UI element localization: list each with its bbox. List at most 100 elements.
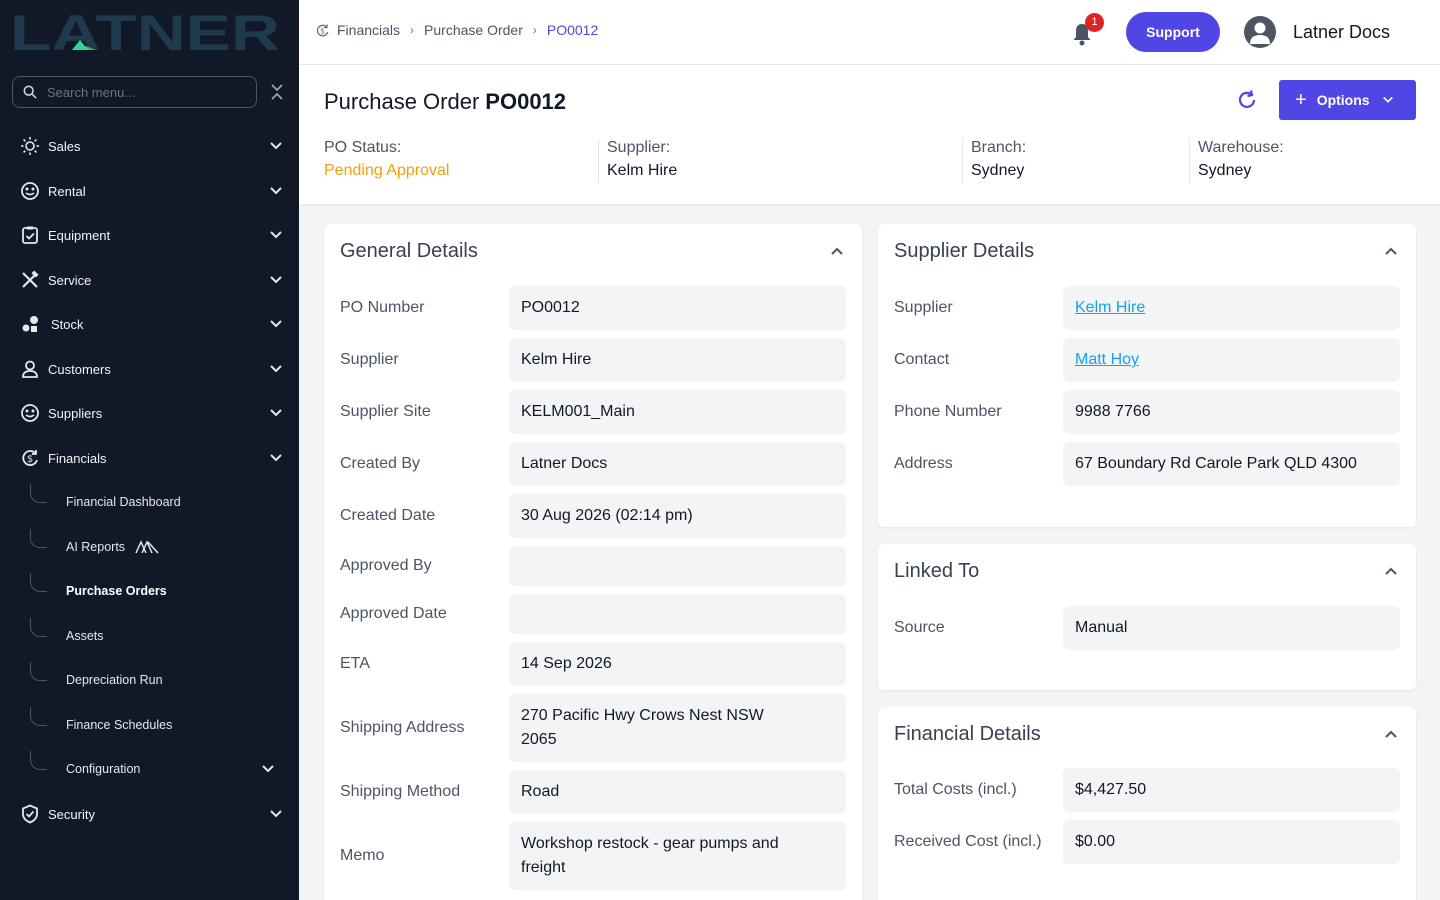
breadcrumb-purchase-order[interactable]: Purchase Order	[424, 22, 523, 38]
collapse-menu-icon[interactable]	[268, 82, 286, 102]
options-button[interactable]: + Options	[1279, 80, 1416, 120]
sidebar-item-stock[interactable]: Stock	[0, 304, 299, 344]
chevron-up-icon[interactable]	[1384, 564, 1398, 578]
svg-text:$: $	[27, 454, 33, 465]
chevron-down-icon	[270, 142, 282, 150]
smile-icon	[19, 180, 41, 202]
sidebar-item-security[interactable]: Security	[0, 794, 299, 834]
sidebar-subitem-finance-schedules[interactable]: Finance Schedules	[30, 705, 299, 745]
chevron-down-icon	[270, 231, 282, 239]
meta-branch: Branch: Sydney	[962, 139, 1026, 183]
plus-icon: +	[1295, 89, 1307, 111]
sidebar-subitem-label: Purchase Orders	[66, 584, 167, 598]
field-value: PO0012	[509, 286, 846, 330]
search-input[interactable]	[47, 84, 237, 100]
sidebar: LATNER Sales Rental Equipment Service St…	[0, 0, 299, 900]
chevron-up-icon[interactable]	[1384, 727, 1398, 741]
sidebar-subitem-assets[interactable]: Assets	[30, 616, 299, 656]
field-value: 14 Sep 2026	[509, 642, 846, 686]
sidebar-subitem-financial-dashboard[interactable]: Financial Dashboard	[30, 482, 299, 522]
field-label: Approved Date	[340, 605, 447, 622]
smile-icon	[19, 402, 41, 424]
chevron-down-icon	[262, 765, 274, 773]
chevron-down-icon	[270, 320, 282, 328]
sidebar-item-label: Customers	[48, 361, 111, 377]
page-title: Purchase Order PO0012	[324, 89, 566, 115]
chevron-down-icon	[270, 810, 282, 818]
user-icon	[19, 358, 41, 380]
field-value: Kelm Hire	[509, 338, 846, 382]
sidebar-item-service[interactable]: Service	[0, 260, 299, 300]
field-value: 30 Aug 2026 (02:14 pm)	[509, 494, 846, 538]
field-value: Workshop restock - gear pumps and freigh…	[509, 822, 846, 890]
breadcrumb: $ Financials › Purchase Order › PO0012	[315, 22, 598, 38]
user-name[interactable]: Latner Docs	[1293, 22, 1390, 43]
field-value: $4,427.50	[1063, 768, 1400, 812]
general-details-card: General Details PO Number PO0012 Supplier…	[324, 224, 862, 900]
sidebar-item-customers[interactable]: Customers	[0, 349, 299, 389]
refresh-icon[interactable]	[1236, 89, 1258, 111]
field-value: Manual	[1063, 606, 1400, 650]
field-phone: Phone Number 9988 7766	[894, 390, 1400, 434]
sidebar-item-label: Rental	[48, 183, 86, 199]
field-value: Latner Docs	[509, 442, 846, 486]
page-header: Purchase Order PO0012 + Options PO Status…	[299, 65, 1440, 204]
field-value: 9988 7766	[1063, 390, 1400, 434]
top-bar: $ Financials › Purchase Order › PO0012 1…	[299, 0, 1440, 65]
field-contact: Contact Matt Hoy	[894, 338, 1400, 382]
field-label: Supplier	[894, 299, 953, 316]
chevron-down-icon	[270, 454, 282, 462]
field-memo: Memo Workshop restock - gear pumps and fr…	[340, 822, 846, 890]
chevron-up-icon[interactable]	[830, 244, 844, 258]
meta-warehouse: Warehouse: Sydney	[1189, 139, 1284, 183]
card-title: Linked To	[894, 560, 980, 582]
clipboard-check-icon	[19, 224, 41, 246]
meta-label: Branch:	[971, 139, 1027, 156]
sidebar-item-financials[interactable]: $ Financials	[0, 438, 299, 478]
svg-text:$: $	[320, 26, 325, 35]
chevron-up-icon[interactable]	[1384, 244, 1398, 258]
search-icon	[23, 85, 37, 99]
sidebar-subitem-configuration[interactable]: Configuration	[30, 749, 299, 789]
sidebar-item-label: Suppliers	[48, 405, 103, 421]
sidebar-subitem-label: AI Reports	[66, 540, 126, 554]
meta-po-status: PO Status: Pending Approval	[324, 139, 449, 183]
sidebar-item-suppliers[interactable]: Suppliers	[0, 393, 299, 433]
sidebar-item-label: Service	[48, 272, 92, 288]
sidebar-item-rental[interactable]: Rental	[0, 171, 299, 211]
sidebar-item-label: Equipment	[48, 227, 111, 243]
contact-link[interactable]: Matt Hoy	[1075, 348, 1139, 372]
chevron-down-icon	[270, 409, 282, 417]
chevron-down-icon	[270, 276, 282, 284]
sidebar-item-sales[interactable]: Sales	[0, 126, 299, 166]
user-avatar-icon	[1250, 22, 1270, 44]
breadcrumb-financials[interactable]: Financials	[337, 22, 400, 38]
card-title: General Details	[340, 240, 478, 262]
meta-value: Sydney	[971, 162, 1025, 179]
field-shipping-address: Shipping Address 270 Pacific Hwy Crows Ne…	[340, 694, 846, 762]
sidebar-subitem-label: Finance Schedules	[66, 718, 173, 732]
options-label: Options	[1316, 92, 1370, 108]
field-value: $0.00	[1063, 820, 1400, 864]
support-button[interactable]: Support	[1126, 12, 1220, 52]
field-value	[509, 594, 846, 634]
avatar[interactable]	[1244, 16, 1276, 48]
field-label: Created Date	[340, 507, 436, 524]
field-value: 270 Pacific Hwy Crows Nest NSW 2065	[509, 694, 846, 762]
meta-label: Supplier:	[607, 139, 671, 156]
latner-logo[interactable]: LATNER	[10, 12, 280, 52]
dollar-cycle-icon: $	[316, 24, 329, 36]
financial-details-card: Financial Details Total Costs (incl.) $4,…	[878, 707, 1416, 900]
sidebar-subitem-depreciation-run[interactable]: Depreciation Run	[30, 660, 299, 700]
sidebar-subitem-ai-reports[interactable]: AI Reports	[30, 527, 299, 567]
meta-value: Sydney	[1198, 162, 1252, 179]
field-value: KELM001_Main	[509, 390, 846, 434]
page-title-prefix: Purchase Order	[324, 89, 480, 114]
sidebar-item-equipment[interactable]: Equipment	[0, 215, 299, 255]
sidebar-subitem-purchase-orders[interactable]: Purchase Orders	[30, 571, 299, 611]
field-label: Address	[894, 455, 953, 472]
status-badge: Pending Approval	[324, 162, 450, 179]
supplier-link[interactable]: Kelm Hire	[1075, 296, 1145, 320]
field-label: Approved By	[340, 557, 432, 574]
field-shipping-method: Shipping Method Road	[340, 770, 846, 814]
